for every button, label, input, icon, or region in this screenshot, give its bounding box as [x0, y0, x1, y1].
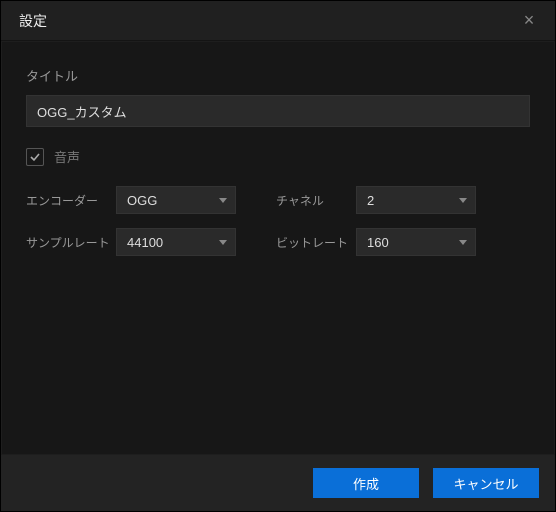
audio-checkbox-row: 音声: [26, 147, 530, 166]
samplerate-select[interactable]: 44100: [116, 228, 236, 256]
dialog-title: 設定: [19, 11, 47, 31]
check-icon: [29, 151, 41, 163]
samplerate-label: サンプルレート: [26, 234, 116, 251]
chevron-down-icon: [459, 198, 467, 203]
audio-checkbox-label: 音声: [54, 147, 80, 166]
title-label: タイトル: [26, 66, 530, 85]
samplerate-value: 44100: [127, 235, 163, 250]
create-button[interactable]: 作成: [313, 468, 419, 498]
audio-settings-grid: エンコーダー OGG チャネル 2 サンプルレート 44100 ビットレート 1…: [26, 186, 530, 256]
close-icon: ×: [524, 10, 535, 31]
dialog-content: タイトル 音声 エンコーダー OGG チャネル 2 サンプルレート: [2, 42, 554, 454]
channel-label: チャネル: [276, 192, 356, 209]
encoder-value: OGG: [127, 193, 157, 208]
bitrate-select[interactable]: 160: [356, 228, 476, 256]
chevron-down-icon: [219, 240, 227, 245]
cancel-button[interactable]: キャンセル: [433, 468, 539, 498]
audio-checkbox[interactable]: [26, 148, 44, 166]
channel-select[interactable]: 2: [356, 186, 476, 214]
bitrate-value: 160: [367, 235, 389, 250]
titlebar: 設定 ×: [1, 1, 555, 41]
encoder-select[interactable]: OGG: [116, 186, 236, 214]
bitrate-label: ビットレート: [276, 234, 356, 251]
settings-dialog: 設定 × タイトル 音声 エンコーダー OGG チャネル 2: [0, 0, 556, 512]
dialog-footer: 作成 キャンセル: [1, 455, 555, 511]
title-input[interactable]: [26, 95, 530, 127]
chevron-down-icon: [459, 240, 467, 245]
chevron-down-icon: [219, 198, 227, 203]
close-button[interactable]: ×: [517, 9, 541, 33]
channel-value: 2: [367, 193, 374, 208]
encoder-label: エンコーダー: [26, 192, 116, 209]
